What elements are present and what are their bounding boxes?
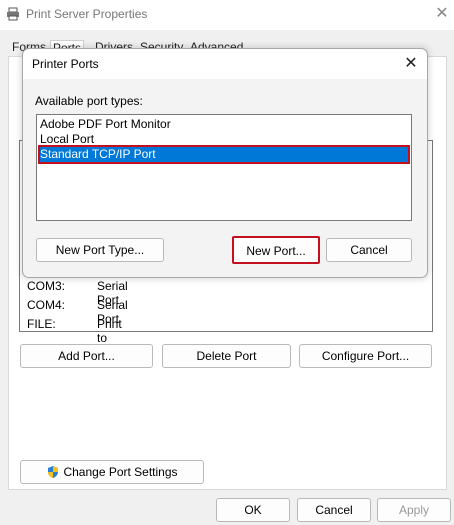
change-port-settings-label: Change Port Settings (63, 465, 178, 479)
port-name: COM4: (27, 298, 66, 312)
cancel-button[interactable]: Cancel (297, 498, 371, 522)
port-types-list[interactable]: Adobe PDF Port Monitor Local Port Standa… (36, 114, 412, 221)
shield-icon (48, 466, 59, 478)
port-name: FILE: (27, 317, 56, 331)
dialog-title: Printer Ports (32, 57, 99, 71)
port-name: COM3: (27, 279, 66, 293)
dialog-cancel-button[interactable]: Cancel (326, 238, 412, 262)
window-title: Print Server Properties (26, 7, 148, 21)
apply-button[interactable]: Apply (377, 498, 451, 522)
port-type-item[interactable]: Local Port (40, 132, 408, 147)
title-bar: Print Server Properties ✕ (0, 0, 454, 30)
ok-button[interactable]: OK (216, 498, 290, 522)
new-port-type-button[interactable]: New Port Type... (36, 238, 164, 262)
port-type-item[interactable]: Adobe PDF Port Monitor (40, 117, 408, 132)
printer-icon (7, 7, 19, 21)
delete-port-button[interactable]: Delete Port (162, 344, 291, 368)
printer-ports-dialog: Printer Ports ✕ Available port types: Ad… (22, 48, 428, 278)
dialog-title-bar: Printer Ports ✕ (23, 49, 427, 79)
close-icon[interactable]: ✕ (432, 4, 452, 24)
port-type-item-selected[interactable]: Standard TCP/IP Port (38, 145, 410, 164)
new-port-button[interactable]: New Port... (232, 236, 320, 264)
close-icon[interactable]: ✕ (401, 54, 421, 74)
available-port-types-label: Available port types: (35, 94, 143, 108)
configure-port-button[interactable]: Configure Port... (299, 344, 432, 368)
change-port-settings-button[interactable]: Change Port Settings (20, 460, 204, 484)
add-port-button[interactable]: Add Port... (20, 344, 153, 368)
